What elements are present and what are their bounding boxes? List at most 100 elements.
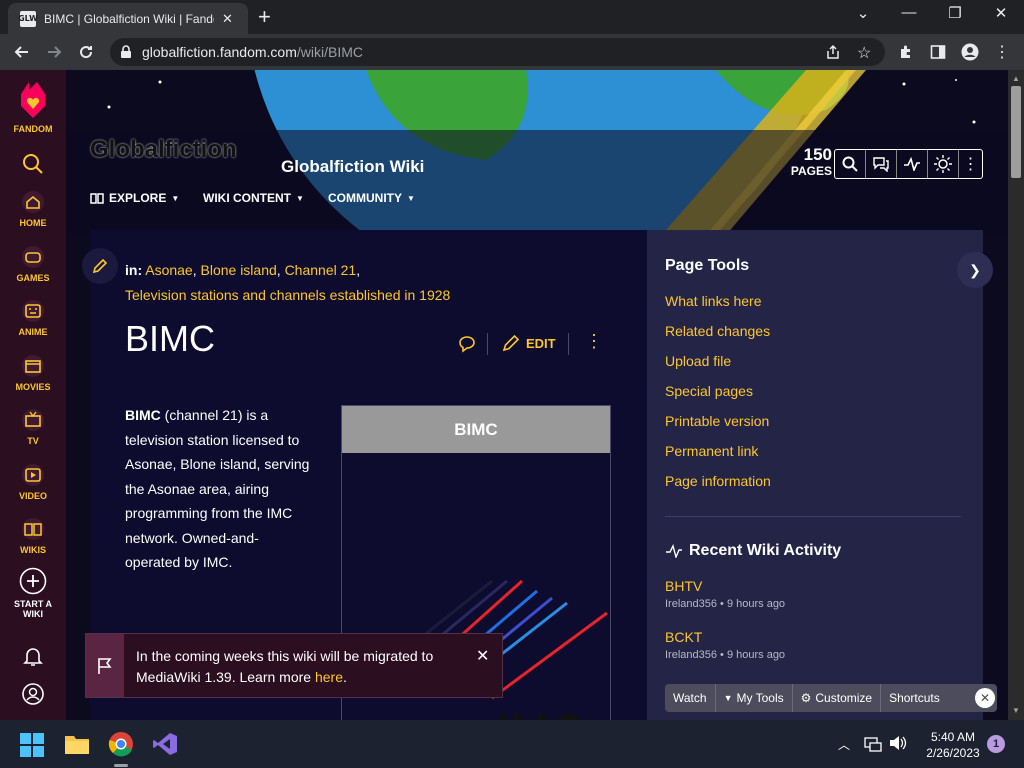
notice-close-icon[interactable]: ✕ — [476, 646, 489, 666]
extensions-puzzle-icon[interactable] — [896, 42, 916, 62]
browser-tab-strip: GLW BIMC | Globalfiction Wiki | Fandom ✕… — [0, 0, 1024, 34]
comments-icon[interactable] — [458, 335, 476, 353]
category-link[interactable]: Blone island — [201, 262, 277, 278]
wiki-name[interactable]: Globalfiction Wiki — [281, 157, 424, 177]
category-link[interactable]: Television stations and channels establi… — [125, 287, 450, 303]
tool-link[interactable]: Permanent link — [665, 443, 758, 459]
games-controller-icon — [21, 245, 45, 269]
tray-chevron-up-icon[interactable]: ︿ — [838, 736, 850, 753]
theme-sun-icon[interactable] — [928, 150, 959, 178]
wiki-logo[interactable]: Globalfiction — [90, 136, 237, 164]
rail-item-games[interactable]: GAMES — [0, 245, 66, 283]
activity-title-link[interactable]: BCKT — [665, 629, 785, 645]
restore-button[interactable]: ❐ — [935, 4, 975, 22]
rail-search[interactable] — [0, 152, 66, 180]
my-tools-button[interactable]: ▼ My Tools — [716, 684, 793, 712]
search-icon[interactable] — [835, 150, 866, 178]
browser-toolbar: globalfiction.fandom.com/wiki/BIMC ☆ ⋮ — [0, 34, 1024, 70]
bookmark-star-icon[interactable]: ☆ — [857, 43, 871, 63]
anime-face-icon — [21, 299, 45, 323]
web-page: Globalfiction Globalfiction Wiki 150 PAG… — [0, 70, 1008, 720]
watch-button[interactable]: Watch — [665, 684, 716, 712]
volume-icon[interactable] — [889, 735, 907, 751]
activity-icon[interactable] — [897, 150, 928, 178]
rail-item-movies[interactable]: MOVIES — [0, 354, 66, 392]
network-icon[interactable] — [864, 736, 882, 752]
category-link[interactable]: Asonae — [145, 262, 192, 278]
tool-link[interactable]: Page information — [665, 473, 771, 489]
collapse-rail-chevron-icon[interactable]: ❯ — [957, 252, 993, 288]
page-scrollbar[interactable]: ▲ ▼ — [1008, 70, 1024, 720]
tab-search-icon[interactable]: ⌄ — [843, 4, 883, 22]
page-title: BIMC — [125, 318, 215, 359]
edit-more-options-icon[interactable]: ⋮ — [585, 331, 603, 352]
scroll-down-icon[interactable]: ▼ — [1012, 706, 1020, 715]
fandom-logo[interactable]: FANDOM — [0, 80, 66, 134]
notifications-bell-icon[interactable] — [0, 644, 66, 672]
more-options-icon[interactable]: ⋮ — [959, 150, 982, 178]
home-icon — [21, 190, 45, 214]
wiki-toolbar-close-icon[interactable]: ✕ — [975, 688, 995, 708]
gear-icon: ⚙ — [800, 691, 812, 705]
window-close-button[interactable]: ✕ — [981, 4, 1021, 22]
back-button[interactable] — [12, 42, 32, 62]
notification-badge[interactable]: 1 — [987, 735, 1005, 753]
learn-more-link[interactable]: here — [315, 669, 343, 685]
nav-wiki-content[interactable]: WIKI CONTENT ▼ — [203, 191, 304, 205]
category-link[interactable]: Channel 21 — [285, 262, 357, 278]
tool-link[interactable]: Special pages — [665, 383, 753, 399]
rail-item-tv[interactable]: TV — [0, 408, 66, 446]
right-rail: Page Tools ❯ What links here Related cha… — [647, 230, 993, 720]
tool-link[interactable]: Upload file — [665, 353, 731, 369]
tab-title: BIMC | Globalfiction Wiki | Fandom — [44, 11, 214, 26]
lock-icon[interactable] — [120, 45, 132, 59]
wiki-header: Globalfiction Globalfiction Wiki 150 PAG… — [66, 70, 1008, 235]
wiki-toolbar: Watch ▼ My Tools ⚙ Customize Shortcuts ✕ — [665, 684, 997, 712]
chrome-icon[interactable] — [108, 731, 134, 757]
browser-menu-icon[interactable]: ⋮ — [992, 42, 1012, 62]
notice-text: In the coming weeks this wiki will be mi… — [136, 648, 434, 685]
edit-button[interactable]: EDIT — [502, 334, 556, 352]
windows-start-icon[interactable] — [20, 733, 44, 757]
video-play-icon — [21, 463, 45, 487]
tool-link[interactable]: What links here — [665, 293, 761, 309]
clock[interactable]: 5:40 AM 2/26/2023 — [918, 729, 988, 761]
edit-categories-pencil-icon[interactable] — [82, 248, 118, 284]
rail-item-video[interactable]: VIDEO — [0, 463, 66, 501]
address-bar[interactable]: globalfiction.fandom.com/wiki/BIMC ☆ — [110, 38, 885, 66]
reload-button[interactable] — [76, 42, 96, 62]
browser-tab[interactable]: GLW BIMC | Globalfiction Wiki | Fandom ✕ — [8, 3, 248, 34]
tool-link[interactable]: Printable version — [665, 413, 769, 429]
search-icon — [21, 152, 45, 176]
activity-title-link[interactable]: BHTV — [665, 578, 785, 594]
forward-button[interactable] — [44, 42, 64, 62]
activity-meta: Ireland356 • 9 hours ago — [665, 649, 786, 661]
nav-explore[interactable]: EXPLORE ▼ — [90, 191, 179, 205]
file-explorer-icon[interactable] — [64, 733, 90, 755]
movies-clapper-icon — [21, 354, 45, 378]
new-tab-button[interactable]: + — [258, 6, 271, 28]
infobox-title: BIMC — [342, 406, 610, 453]
shortcuts-button[interactable]: Shortcuts — [881, 684, 948, 712]
tab-close-icon[interactable]: ✕ — [222, 11, 233, 27]
minimize-button[interactable]: — — [889, 4, 929, 21]
windows-taskbar: ︿ 5:40 AM 2/26/2023 1 — [0, 720, 1024, 768]
profile-icon[interactable] — [960, 42, 980, 62]
rail-item-home[interactable]: HOME — [0, 190, 66, 228]
scroll-up-icon[interactable]: ▲ — [1012, 74, 1020, 83]
scrollbar-thumb[interactable] — [1011, 86, 1021, 178]
side-panel-icon[interactable] — [928, 42, 948, 62]
activity-item: BHTV Ireland356 • 9 hours ago — [665, 578, 785, 610]
nav-community[interactable]: COMMUNITY ▼ — [328, 191, 415, 205]
rail-item-anime[interactable]: ANIME — [0, 299, 66, 337]
visual-studio-icon[interactable] — [152, 732, 178, 756]
share-icon[interactable] — [825, 44, 841, 60]
tool-link[interactable]: Related changes — [665, 323, 770, 339]
customize-button[interactable]: ⚙ Customize — [793, 684, 882, 712]
divider — [665, 516, 961, 517]
divider — [487, 333, 488, 355]
rail-item-wikis[interactable]: WIKIS — [0, 517, 66, 555]
rail-item-start-a-wiki[interactable]: START A WIKI — [0, 567, 66, 619]
discussions-icon[interactable] — [866, 150, 897, 178]
user-account-icon[interactable] — [0, 682, 66, 710]
